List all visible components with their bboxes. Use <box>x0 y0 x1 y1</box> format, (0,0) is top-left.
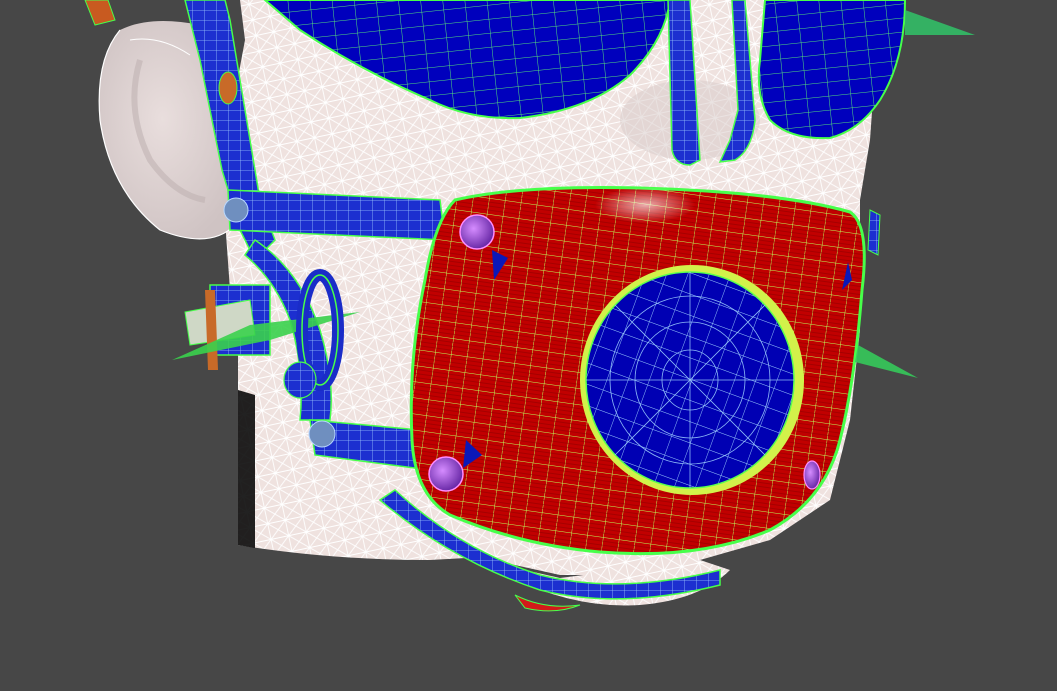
scene-canvas[interactable] <box>0 0 1057 691</box>
rivet[interactable] <box>459 214 495 250</box>
rivet[interactable] <box>308 420 336 448</box>
rivet[interactable] <box>428 456 464 492</box>
rivet[interactable] <box>803 460 821 490</box>
3d-viewport[interactable] <box>0 0 1057 691</box>
mask-filter-mesh[interactable] <box>580 265 804 495</box>
rivet[interactable] <box>223 197 249 223</box>
